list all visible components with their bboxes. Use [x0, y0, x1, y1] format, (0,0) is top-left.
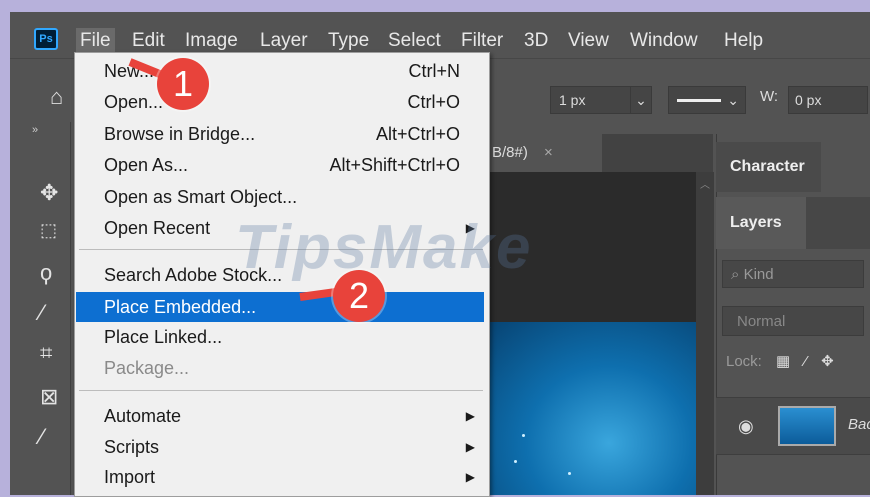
- eye-icon[interactable]: ◉: [738, 416, 754, 437]
- submenu-arrow-icon: ▶: [465, 409, 475, 423]
- lock-row: Lock: ▦ ⁄ ✥: [726, 352, 834, 370]
- canvas-image[interactable]: [478, 322, 696, 495]
- menu-file[interactable]: File: [76, 28, 115, 54]
- menu-item-label: Open Recent: [104, 218, 211, 238]
- star: [568, 472, 571, 475]
- tools-panel: » ✥ ⬚ ϙ ⁄ ⌗ ⊠ ⁄: [10, 122, 71, 495]
- frame-tool-icon[interactable]: ⊠: [40, 384, 58, 410]
- photoshop-logo: Ps: [34, 28, 58, 50]
- stroke-width-value: 1 px: [559, 92, 586, 108]
- stroke-line-icon: [677, 99, 721, 102]
- menu-item-label: Scripts: [104, 437, 160, 457]
- menu-item-search-adobe-stock[interactable]: Search Adobe Stock...: [75, 260, 489, 290]
- blend-mode-select[interactable]: Normal: [722, 306, 864, 336]
- menu-item-scripts[interactable]: Scripts ▶: [75, 432, 489, 462]
- menu-3d[interactable]: 3D: [524, 28, 548, 54]
- menu-separator: [79, 249, 483, 250]
- menu-filter[interactable]: Filter: [461, 28, 503, 54]
- menu-separator: [79, 390, 483, 391]
- menu-item-label: Automate: [104, 406, 182, 426]
- scroll-up-icon[interactable]: ︿: [700, 176, 710, 191]
- menu-item-shortcut: Alt+Ctrl+O: [375, 124, 460, 144]
- stroke-width-select[interactable]: 1 px: [550, 86, 640, 114]
- vertical-scrollbar[interactable]: ︿: [696, 172, 714, 495]
- close-icon[interactable]: ×: [544, 144, 553, 161]
- home-icon[interactable]: ⌂: [50, 84, 63, 110]
- eyedropper-icon[interactable]: ⁄: [40, 424, 44, 450]
- chevron-down-icon[interactable]: ⌄: [630, 86, 652, 114]
- menu-layer[interactable]: Layer: [260, 28, 308, 54]
- menu-item-package: Package...: [75, 353, 489, 383]
- menu-select[interactable]: Select: [388, 28, 441, 54]
- collapse-icon[interactable]: »: [32, 124, 38, 136]
- menu-item-automate[interactable]: Automate ▶: [75, 401, 489, 431]
- move-tool-icon[interactable]: ✥: [40, 180, 58, 206]
- width-label: W:: [760, 88, 779, 105]
- lock-pixels-icon[interactable]: ▦: [776, 353, 790, 370]
- menu-type[interactable]: Type: [328, 28, 369, 54]
- menu-item-shortcut: Ctrl+N: [408, 61, 460, 81]
- file-menu-dropdown: New... Ctrl+N Open... Ctrl+O Browse in Bri…: [74, 52, 490, 497]
- menu-item-open-as[interactable]: Open As... Alt+Shift+Ctrl+O: [75, 150, 489, 180]
- menu-item-open-recent[interactable]: Open Recent ▶: [75, 213, 489, 243]
- menu-item-label: Import: [104, 467, 156, 487]
- menu-item-import[interactable]: Import ▶: [75, 462, 489, 492]
- crop-tool-icon[interactable]: ⌗: [40, 340, 52, 366]
- search-icon: ⌕: [731, 266, 740, 283]
- star: [522, 434, 525, 437]
- menu-view[interactable]: View: [568, 28, 609, 54]
- submenu-arrow-icon: ▶: [465, 221, 475, 235]
- menu-item-label: Place Linked...: [104, 327, 223, 347]
- menu-item-label: Browse in Bridge...: [104, 124, 256, 144]
- menu-window[interactable]: Window: [630, 28, 698, 54]
- stroke-type-select[interactable]: ⌄: [668, 86, 746, 114]
- width-value: 0 px: [795, 92, 822, 108]
- layers-tab-spacer: [806, 197, 870, 249]
- layer-row[interactable]: ◉ Bac: [716, 397, 870, 455]
- menu-item-label: Open...: [104, 92, 164, 112]
- menu-item-browse-in-bridge[interactable]: Browse in Bridge... Alt+Ctrl+O: [75, 119, 489, 149]
- menu-item-open[interactable]: Open... Ctrl+O: [75, 87, 489, 117]
- canvas-background: [478, 172, 696, 322]
- callout-badge-2: 2: [333, 270, 385, 322]
- menu-item-shortcut: Ctrl+O: [407, 92, 460, 112]
- layer-filter-kind[interactable]: ⌕ Kind: [722, 260, 864, 288]
- menu-bar: Ps File Edit Image Layer Type Select Fil…: [10, 12, 870, 56]
- tab-layers[interactable]: Layers: [716, 197, 806, 249]
- menu-item-label: Place Embedded...: [104, 297, 257, 317]
- layer-thumbnail: [778, 406, 836, 446]
- document-tab[interactable]: B/8#) ×: [488, 134, 602, 172]
- menu-item-label: Open as Smart Object...: [104, 187, 298, 207]
- lock-brush-icon[interactable]: ⁄: [804, 353, 807, 370]
- menu-item-label: Package...: [104, 358, 190, 378]
- menu-item-place-linked[interactable]: Place Linked...: [75, 322, 489, 352]
- menu-item-label: Open As...: [104, 155, 189, 175]
- magic-wand-icon[interactable]: ⁄: [40, 300, 44, 326]
- layer-name: Bac: [848, 416, 870, 433]
- tab-character[interactable]: Character: [716, 142, 821, 192]
- chevron-down-icon: ⌄: [727, 92, 739, 108]
- submenu-arrow-icon: ▶: [465, 470, 475, 484]
- submenu-arrow-icon: ▶: [465, 440, 475, 454]
- blend-mode-value: Normal: [737, 313, 786, 330]
- menu-image[interactable]: Image: [185, 28, 238, 54]
- menu-edit[interactable]: Edit: [132, 28, 165, 54]
- star: [514, 460, 517, 463]
- marquee-tool-icon[interactable]: ⬚: [40, 220, 57, 241]
- kind-label: Kind: [743, 266, 774, 283]
- menu-item-label: Search Adobe Stock...: [104, 265, 283, 285]
- lock-label: Lock:: [726, 353, 762, 370]
- lasso-tool-icon[interactable]: ϙ: [40, 260, 52, 286]
- menu-item-open-as-smart-object[interactable]: Open as Smart Object...: [75, 182, 489, 212]
- menu-item-place-embedded[interactable]: Place Embedded...: [76, 292, 484, 322]
- width-input[interactable]: 0 px: [788, 86, 868, 114]
- document-tab-title: B/8#): [492, 144, 528, 161]
- menu-help[interactable]: Help: [724, 28, 763, 54]
- callout-badge-1: 1: [157, 58, 209, 110]
- menu-item-shortcut: Alt+Shift+Ctrl+O: [329, 155, 460, 175]
- lock-position-icon[interactable]: ✥: [821, 353, 834, 370]
